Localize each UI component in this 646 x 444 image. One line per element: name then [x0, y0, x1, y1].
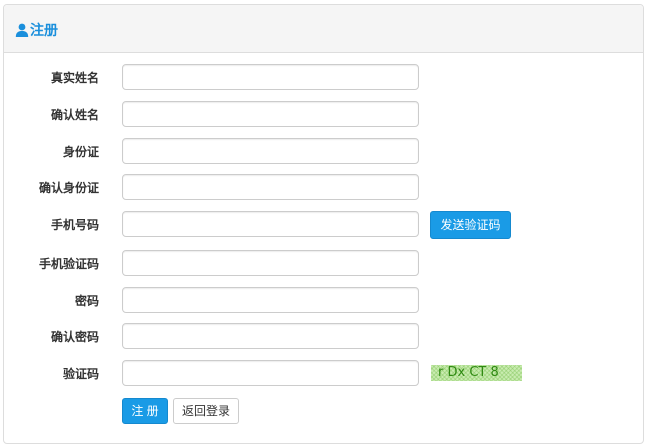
form-row-confirm-name: 确认姓名 — [4, 101, 645, 127]
captcha-label: 验证码 — [62, 367, 99, 381]
confirm-password-label: 确认密码 — [50, 330, 99, 344]
password-input[interactable] — [122, 287, 419, 313]
confirm-name-input[interactable] — [122, 101, 419, 127]
panel-heading: 注册 — [4, 5, 643, 53]
user-icon — [15, 23, 30, 37]
register-panel: 注册 真实姓名 确认姓名 身份证 确认身份证 手机号码 发送验证码 手机验证码 … — [3, 4, 644, 444]
form-row-id-card: 身份证 — [4, 138, 645, 164]
panel-title-text: 注册 — [30, 22, 58, 38]
real-name-label: 真实姓名 — [50, 71, 99, 85]
form-row-sms-code: 手机验证码 — [4, 250, 645, 276]
password-label: 密码 — [74, 294, 99, 308]
captcha-image[interactable]: r Dx CT 8 — [431, 365, 522, 381]
id-card-input[interactable] — [122, 138, 419, 164]
confirm-id-card-label: 确认身份证 — [38, 181, 99, 195]
form-row-phone: 手机号码 发送验证码 — [4, 211, 645, 239]
send-code-button[interactable]: 发送验证码 — [430, 211, 511, 239]
captcha-input[interactable] — [122, 360, 419, 386]
phone-label: 手机号码 — [50, 218, 99, 232]
confirm-name-label: 确认姓名 — [50, 108, 99, 122]
form-row-captcha: 验证码 r Dx CT 8 — [4, 360, 645, 386]
form-row-confirm-password: 确认密码 — [4, 323, 645, 349]
form-row-real-name: 真实姓名 — [4, 64, 645, 90]
panel-title: 注册 — [15, 20, 58, 40]
register-button[interactable]: 注 册 — [122, 398, 168, 424]
form-row-password: 密码 — [4, 287, 645, 313]
sms-code-input[interactable] — [122, 250, 419, 276]
form-row-confirm-id-card: 确认身份证 — [4, 174, 645, 200]
sms-code-label: 手机验证码 — [38, 257, 99, 271]
confirm-password-input[interactable] — [122, 323, 419, 349]
confirm-id-card-input[interactable] — [122, 174, 419, 200]
id-card-label: 身份证 — [62, 145, 99, 159]
phone-input[interactable] — [122, 211, 419, 237]
back-to-login-button[interactable]: 返回登录 — [173, 398, 239, 424]
real-name-input[interactable] — [122, 64, 419, 90]
